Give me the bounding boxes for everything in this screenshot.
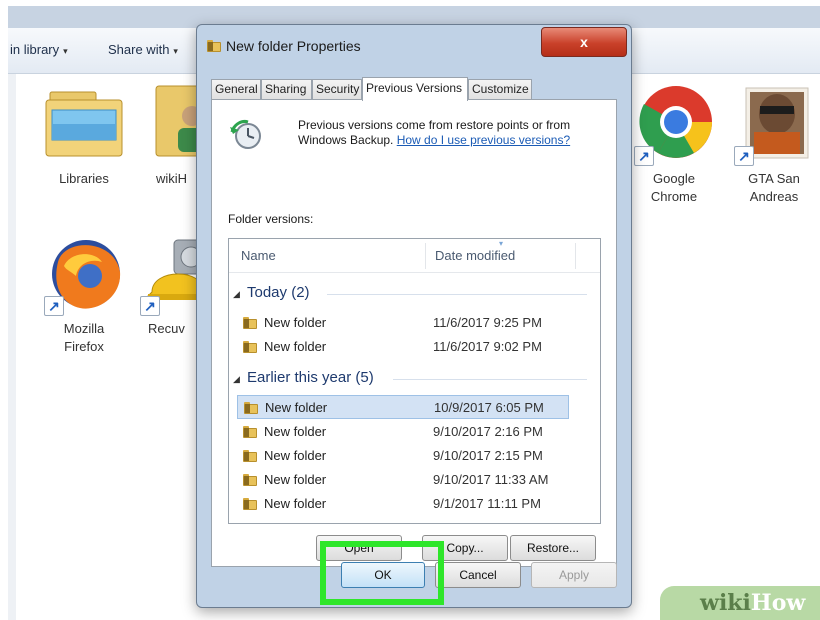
shortcut-arrow-icon: ↗ xyxy=(734,146,754,166)
folder-versions-label: Folder versions: xyxy=(228,212,314,226)
version-name: New folder xyxy=(265,400,328,415)
firefox-item[interactable]: ↗ Mozilla Firefox xyxy=(36,232,132,356)
apply-button[interactable]: Apply xyxy=(531,562,617,588)
wikihow-watermark: wikiHow xyxy=(660,586,820,620)
libraries-icon xyxy=(42,82,126,166)
close-icon: x xyxy=(580,34,588,50)
folder-icon xyxy=(244,402,258,414)
firefox-icon: ↗ xyxy=(42,232,126,316)
version-name: New folder xyxy=(264,448,327,463)
caret-down-icon: ▾ xyxy=(173,46,178,56)
navigation-pane-edge xyxy=(8,74,16,620)
version-date: 11/6/2017 9:25 PM xyxy=(433,315,542,330)
sort-indicator-icon: ▾ xyxy=(499,239,504,248)
chrome-icon: ↗ xyxy=(632,82,716,166)
group-divider xyxy=(327,294,587,295)
version-row[interactable]: New folder 9/10/2017 2:15 PM xyxy=(237,444,569,468)
chrome-label: Google Chrome xyxy=(626,170,722,206)
version-name: New folder xyxy=(264,472,327,487)
properties-dialog: New folder Properties x General Sharing … xyxy=(196,24,632,608)
version-date: 9/1/2017 11:11 PM xyxy=(433,496,541,511)
libraries-item[interactable]: Libraries xyxy=(36,82,132,188)
libraries-label: Libraries xyxy=(59,171,109,186)
gta-san-andreas-item[interactable]: ↗ GTA San Andreas xyxy=(726,82,820,206)
version-name: New folder xyxy=(264,339,327,354)
folder-icon xyxy=(243,450,257,462)
folder-icon xyxy=(243,498,257,510)
version-row[interactable]: New folder 9/1/2017 11:11 PM xyxy=(237,492,569,516)
tab-sharing[interactable]: Sharing xyxy=(261,79,312,99)
version-row[interactable]: New folder 11/6/2017 9:02 PM xyxy=(237,335,569,359)
chrome-label-line2: Chrome xyxy=(650,189,698,204)
version-name: New folder xyxy=(264,315,327,330)
google-chrome-item[interactable]: ↗ Google Chrome xyxy=(626,82,722,206)
version-date: 11/6/2017 9:02 PM xyxy=(433,339,542,354)
gta-label-line2: Andreas xyxy=(749,189,799,204)
group-header-earlier-this-year[interactable]: ◢ Earlier this year (5) xyxy=(233,369,593,391)
collapse-triangle-icon: ◢ xyxy=(233,289,240,299)
share-with-menu[interactable]: Share with ▾ xyxy=(108,42,178,57)
cancel-button[interactable]: Cancel xyxy=(435,562,521,588)
wikihow-logo: wikiHow xyxy=(700,590,805,616)
restore-clock-icon xyxy=(228,118,262,152)
version-row-selected[interactable]: New folder 10/9/2017 6:05 PM xyxy=(237,395,569,419)
gta-san-andreas-icon: ↗ xyxy=(732,82,816,166)
close-button[interactable]: x xyxy=(541,27,627,57)
ok-button-highlight xyxy=(320,541,444,605)
firefox-label-line1: Mozilla xyxy=(63,321,105,336)
version-row[interactable]: New folder 11/6/2017 9:25 PM xyxy=(237,311,569,335)
shortcut-arrow-icon: ↗ xyxy=(44,296,64,316)
folder-icon xyxy=(207,40,221,52)
column-separator xyxy=(575,243,576,269)
folder-icon xyxy=(243,341,257,353)
shortcut-arrow-icon: ↗ xyxy=(634,146,654,166)
gta-label: GTA San Andreas xyxy=(726,170,820,206)
tab-general[interactable]: General xyxy=(211,79,261,99)
tab-previous-versions[interactable]: Previous Versions xyxy=(362,77,468,101)
group-divider xyxy=(393,379,587,380)
version-row[interactable]: New folder 9/10/2017 11:33 AM xyxy=(237,468,569,492)
how-to-use-previous-versions-link[interactable]: How do I use previous versions? xyxy=(397,133,570,147)
shortcut-arrow-icon: ↗ xyxy=(140,296,160,316)
include-in-library-menu[interactable]: in library ▾ xyxy=(10,42,68,57)
caret-down-icon: ▾ xyxy=(63,46,68,56)
dialog-title: New folder Properties xyxy=(226,38,361,54)
folder-icon xyxy=(243,474,257,486)
folder-icon xyxy=(243,317,257,329)
watermark-how: How xyxy=(750,590,806,616)
group-title: Earlier this year (5) xyxy=(247,369,374,386)
restore-button[interactable]: Restore... xyxy=(510,535,596,561)
version-name: New folder xyxy=(264,496,327,511)
include-in-library-label: in library xyxy=(10,42,60,57)
dialog-titlebar[interactable]: New folder Properties x xyxy=(197,25,631,69)
column-separator xyxy=(425,243,426,269)
group-title: Today (2) xyxy=(247,284,310,301)
share-with-label: Share with xyxy=(108,42,170,57)
folder-versions-list[interactable]: Name ▾ Date modified ◢ Today (2) New fol… xyxy=(228,238,601,524)
tab-customize[interactable]: Customize xyxy=(468,79,532,99)
column-header-name[interactable]: Name xyxy=(241,248,276,263)
folder-icon xyxy=(243,426,257,438)
info-text: Previous versions come from restore poin… xyxy=(298,118,608,148)
chrome-label-line1: Google xyxy=(653,171,695,186)
version-date: 9/10/2017 2:16 PM xyxy=(433,424,543,439)
version-date: 10/9/2017 6:05 PM xyxy=(434,400,544,415)
column-header-date-modified[interactable]: Date modified xyxy=(435,248,515,263)
collapse-triangle-icon: ◢ xyxy=(233,374,240,384)
previous-versions-panel: Previous versions come from restore poin… xyxy=(211,99,617,567)
firefox-label-line2: Firefox xyxy=(64,339,104,354)
version-name: New folder xyxy=(264,424,327,439)
firefox-label: Mozilla Firefox xyxy=(36,320,132,356)
list-header: Name ▾ Date modified xyxy=(229,239,600,273)
version-row[interactable]: New folder 9/10/2017 2:16 PM xyxy=(237,420,569,444)
version-date: 9/10/2017 11:33 AM xyxy=(433,472,549,487)
group-header-today[interactable]: ◢ Today (2) xyxy=(233,284,593,306)
gta-label-line1: GTA San xyxy=(748,171,800,186)
tab-security[interactable]: Security xyxy=(312,79,362,99)
version-date: 9/10/2017 2:15 PM xyxy=(433,448,543,463)
watermark-wiki: wiki xyxy=(700,590,751,616)
